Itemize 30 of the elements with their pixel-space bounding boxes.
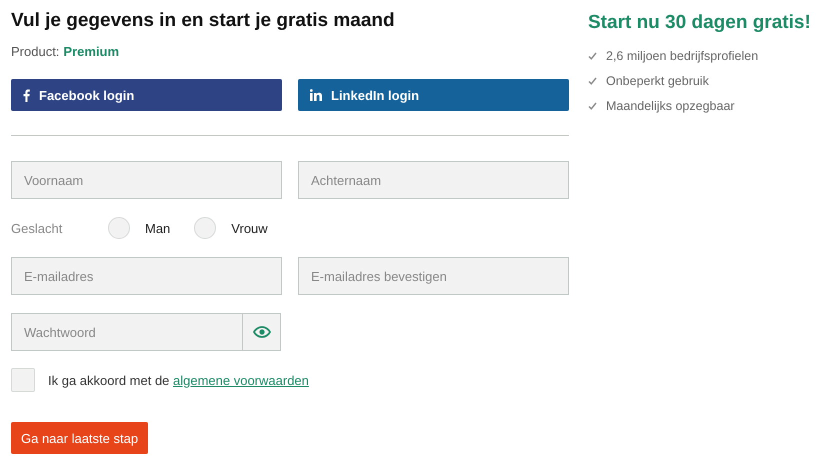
check-icon <box>588 77 597 85</box>
check-icon <box>588 52 597 60</box>
eye-icon <box>252 326 270 338</box>
gender-label: Geslacht <box>11 220 64 236</box>
input-field[interactable]: E-mailadres bevestigen <box>298 257 569 295</box>
password-field[interactable]: Wachtwoord <box>11 313 242 351</box>
check-icon <box>588 102 597 110</box>
product-label: Product: <box>11 44 60 59</box>
terms-link[interactable]: algemene voorwaarden <box>173 372 309 388</box>
submit-button[interactable]: Ga naar laatste stap <box>11 422 148 454</box>
linkedin-login-button[interactable]: LinkedIn login <box>298 79 569 111</box>
promo-title: Start nu 30 dagen gratis! <box>588 11 811 35</box>
benefit-text: Maandelijks opzegbaar <box>606 99 735 113</box>
benefit-text: 2,6 miljoen bedrijfsprofielen <box>606 49 758 63</box>
benefit-text: Onbeperkt gebruik <box>606 74 709 88</box>
terms-text: Ik ga akkoord met de algemene voorwaarden <box>48 372 309 388</box>
radio-label: Man <box>145 220 170 236</box>
show-password-button[interactable] <box>242 313 281 351</box>
checkbox[interactable] <box>11 368 35 392</box>
product-name: Premium <box>63 44 120 59</box>
input-field[interactable]: E-mailadres <box>11 257 282 295</box>
page-title: Vul je gegevens in en start je gratis maand <box>11 9 396 33</box>
input-field[interactable]: Voornaam <box>11 161 282 199</box>
facebook-icon <box>23 88 30 102</box>
radio-label: Vrouw <box>231 220 268 236</box>
radio-button[interactable] <box>194 217 216 239</box>
linkedin-icon <box>310 89 322 101</box>
input-field[interactable]: Achternaam <box>298 161 569 199</box>
radio-button[interactable] <box>108 217 130 239</box>
facebook-login-button[interactable]: Facebook login <box>11 79 282 111</box>
